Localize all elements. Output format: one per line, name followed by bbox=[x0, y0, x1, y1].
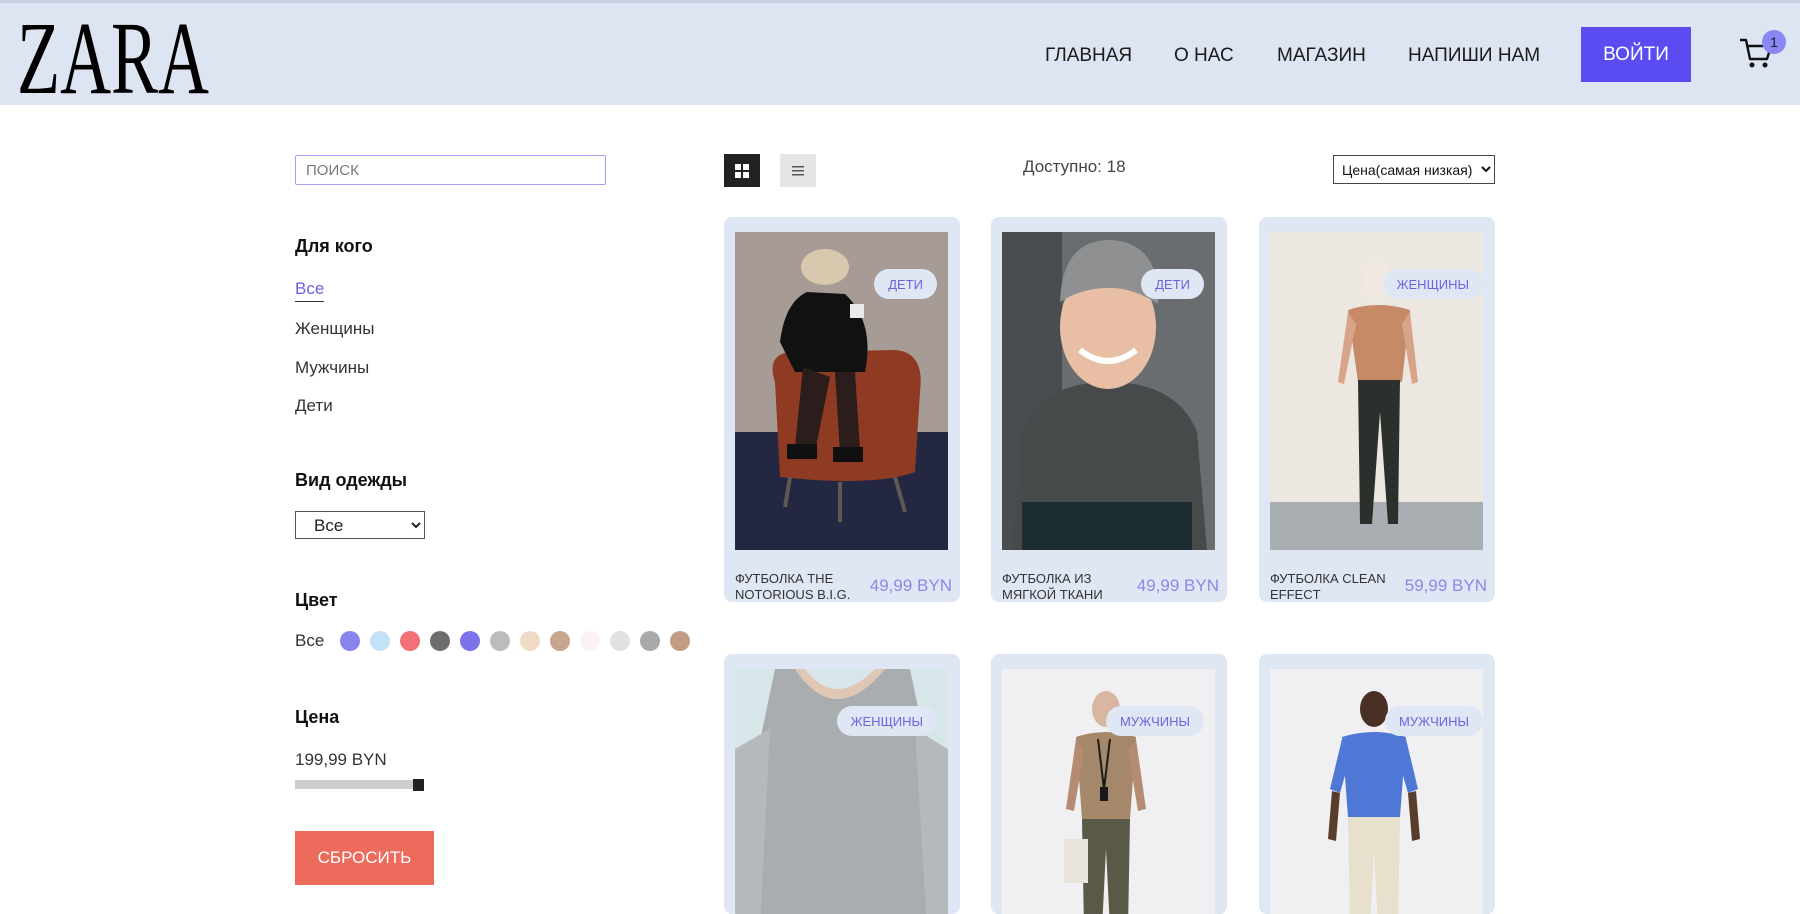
audience-title: Для кого bbox=[295, 236, 373, 256]
color-swatch[interactable] bbox=[670, 631, 691, 651]
product-name: ФУТБОЛКА CLEAN EFFECT bbox=[1270, 571, 1386, 602]
product-card[interactable]: ЖЕНЩИНЫ ФУТБОЛКА CLEAN EFFECT 59,99 BYN bbox=[1259, 217, 1495, 602]
color-swatch[interactable] bbox=[610, 631, 631, 651]
color-all[interactable]: Все bbox=[295, 631, 324, 651]
list-view-button[interactable] bbox=[780, 154, 816, 187]
color-swatch[interactable] bbox=[340, 631, 361, 651]
search-input[interactable] bbox=[295, 155, 606, 185]
color-swatch[interactable] bbox=[400, 631, 421, 651]
price-title: Цена bbox=[295, 707, 340, 727]
product-card[interactable]: МУЖЧИНЫ bbox=[991, 654, 1227, 914]
product-price: 49,99 BYN bbox=[1136, 576, 1219, 595]
product-name: ФУТБОЛКА THE NOTORIOUS B.I.G. bbox=[735, 571, 851, 602]
product-card[interactable]: МУЖЧИНЫ bbox=[1259, 654, 1495, 914]
product-card[interactable]: ДЕТИ ФУТБОЛКА THE NOTORIOUS B.I.G. 49,99… bbox=[724, 217, 960, 602]
clothing-type-title: Вид одежды bbox=[295, 470, 408, 490]
color-title: Цвет bbox=[295, 590, 338, 610]
product-card[interactable]: ДЕТИ ФУТБОЛКА ИЗ МЯГКОЙ ТКАНИ 49,99 BYN bbox=[991, 217, 1227, 602]
product-category-tag: ЖЕНЩИНЫ bbox=[836, 706, 937, 736]
color-swatch[interactable] bbox=[520, 631, 541, 651]
product-price: 49,99 BYN bbox=[869, 576, 952, 595]
color-swatch[interactable] bbox=[370, 631, 391, 651]
cart-count-badge: 1 bbox=[1762, 30, 1786, 54]
color-swatch[interactable] bbox=[550, 631, 571, 651]
nav-contact[interactable]: НАПИШИ НАМ bbox=[1408, 45, 1540, 67]
nav-about[interactable]: О НАС bbox=[1174, 45, 1234, 67]
product-category-tag: ЖЕНЩИНЫ bbox=[1382, 269, 1483, 299]
color-filter: Все bbox=[295, 631, 691, 651]
audience-men[interactable]: Мужчины bbox=[295, 358, 369, 378]
color-swatch[interactable] bbox=[640, 631, 661, 651]
product-category-tag: МУЖЧИНЫ bbox=[1385, 706, 1483, 736]
site-header: ZARA ГЛАВНАЯ О НАС МАГАЗИН НАПИШИ НАМ ВО… bbox=[0, 3, 1800, 105]
nav-home[interactable]: ГЛАВНАЯ bbox=[1045, 45, 1132, 67]
list-icon bbox=[792, 165, 804, 175]
price-value: 199,99 BYN bbox=[295, 750, 387, 769]
color-swatch[interactable] bbox=[580, 631, 601, 651]
audience-women[interactable]: Женщины bbox=[295, 319, 374, 339]
nav-shop[interactable]: МАГАЗИН bbox=[1277, 45, 1366, 67]
grid-view-button[interactable] bbox=[724, 154, 760, 187]
clothing-type-select[interactable]: Все bbox=[295, 511, 425, 539]
color-swatch[interactable] bbox=[430, 631, 451, 651]
audience-kids[interactable]: Дети bbox=[295, 396, 333, 416]
zara-logo[interactable]: ZARA bbox=[17, 15, 209, 97]
product-price: 59,99 BYN bbox=[1404, 576, 1487, 595]
reset-button[interactable]: СБРОСИТЬ bbox=[295, 831, 434, 885]
sort-select[interactable]: Цена(самая низкая) bbox=[1333, 155, 1495, 184]
svg-text:ZARA: ZARA bbox=[17, 15, 209, 97]
product-name: ФУТБОЛКА ИЗ МЯГКОЙ ТКАНИ bbox=[1002, 571, 1103, 602]
product-category-tag: ДЕТИ bbox=[1141, 269, 1204, 299]
price-slider-track[interactable] bbox=[295, 780, 419, 789]
price-slider-thumb[interactable] bbox=[413, 779, 424, 791]
audience-all[interactable]: Все bbox=[295, 279, 325, 302]
product-card[interactable]: ЖЕНЩИНЫ bbox=[724, 654, 960, 914]
product-category-tag: МУЖЧИНЫ bbox=[1106, 706, 1204, 736]
grid-icon bbox=[735, 163, 749, 178]
available-count: Доступно: 18 bbox=[1023, 157, 1126, 176]
product-category-tag: ДЕТИ bbox=[874, 269, 937, 299]
color-swatch[interactable] bbox=[460, 631, 481, 651]
color-swatch[interactable] bbox=[490, 631, 511, 651]
login-button[interactable]: ВОЙТИ bbox=[1581, 27, 1691, 82]
